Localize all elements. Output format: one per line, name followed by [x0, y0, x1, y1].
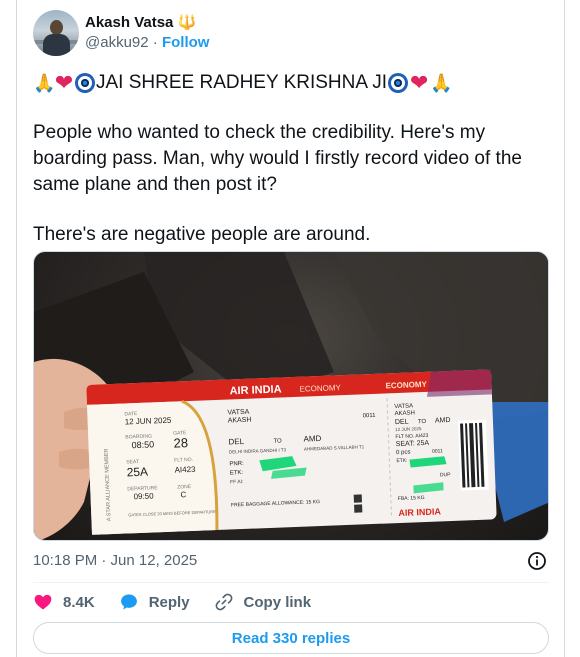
red-heart-emoji-icon: ❤ [54, 70, 74, 95]
tweet-paragraph: There's are negative people are around. [33, 224, 371, 245]
bp-stub-to-label: TO [418, 419, 427, 425]
follow-button[interactable]: Follow [162, 34, 210, 51]
user-handle[interactable]: @akku92 [85, 34, 149, 51]
bp-stub-airline: AIR INDIA [398, 506, 441, 518]
bp-boarding-time: 08:50 [131, 439, 154, 450]
nazar-amulet-emoji-icon [75, 73, 95, 93]
bp-stub-pcs: 0 pcs [396, 450, 411, 457]
bp-to: AMD [303, 434, 321, 444]
nazar-amulet-emoji-icon [388, 73, 409, 93]
tweet-photo[interactable]: AIR INDIA ECONOMY ECONOMY A STAR ALLIANC… [33, 251, 549, 541]
reply-button[interactable]: Reply [119, 592, 190, 612]
boarding-pass-photo: AIR INDIA ECONOMY ECONOMY A STAR ALLIANC… [34, 252, 548, 540]
bp-stub-first: AKASH [395, 410, 416, 417]
separator-dot: · [152, 34, 158, 51]
info-icon[interactable] [527, 551, 547, 571]
bp-from: DEL [228, 437, 244, 447]
bp-flight: AI423 [174, 465, 196, 475]
reply-label: Reply [148, 593, 190, 611]
reply-bubble-icon [120, 594, 137, 610]
divider [33, 582, 549, 583]
bp-stub-dup: DUP [440, 472, 451, 478]
handle-row: @akku92 · Follow [85, 33, 209, 53]
bp-stub-seat: SEAT: 25A [396, 440, 430, 448]
bp-stub-date: 12 JUN 2025 [395, 426, 422, 432]
bp-departure-time: 09:50 [133, 491, 154, 501]
bp-zone: C [180, 490, 186, 499]
display-name[interactable]: Akash Vatsa 🔱 [85, 13, 209, 33]
copy-link-label: Copy link [243, 593, 312, 611]
bp-gate: 28 [173, 435, 188, 451]
copy-link-button[interactable]: Copy link [214, 592, 312, 612]
tweet-paragraph: People who wanted to check the credibili… [33, 122, 522, 195]
bp-stub-seq: 0011 [432, 448, 443, 454]
bp-passenger-first: AKASH [228, 417, 252, 425]
bp-passenger-last: VATSA [227, 409, 249, 417]
bp-stub-fba: FBA: 15 KG [398, 495, 425, 502]
user-meta: Akash Vatsa 🔱 @akku92 · Follow [85, 13, 209, 53]
folded-hands-emoji-icon: 🙏 [33, 73, 56, 93]
bp-stub-etk: ETK: [396, 458, 407, 464]
bp-to-label: TO [273, 438, 282, 444]
timeline-border-right [564, 0, 565, 657]
bp-class: ECONOMY [299, 383, 341, 394]
bp-airline: AIR INDIA [229, 383, 281, 397]
red-heart-emoji-icon: ❤ [409, 70, 429, 95]
bp-stub-flt: FLT NO. AI423 [395, 433, 428, 440]
like-button[interactable]: 8.4K [33, 592, 95, 612]
read-replies-button[interactable]: Read 330 replies [33, 622, 549, 654]
bp-seq: 0011 [363, 413, 377, 420]
folded-hands-emoji-icon: 🙏 [430, 73, 453, 93]
bp-etk-label: ETK: [230, 470, 244, 477]
heart-icon [34, 594, 52, 610]
tweet-title-text: JAI SHREE RADHEY KRISHNA JI [96, 72, 388, 93]
tweet-header: Akash Vatsa 🔱 @akku92 · Follow [33, 10, 209, 56]
bp-seat: 25A [126, 465, 148, 480]
bp-stub-to: AMD [435, 417, 451, 425]
timeline-border-left [16, 0, 17, 657]
tweet-timestamp[interactable]: 10:18 PM · Jun 12, 2025 [33, 551, 197, 571]
tweet-text: 🙏 ❤ JAI SHREE RADHEY KRISHNA JI ❤ 🙏 Peop… [33, 70, 553, 272]
bp-stub-last: VATSA [394, 403, 413, 410]
tweet-actions: 8.4K Reply Copy link [33, 590, 335, 614]
like-count: 8.4K [63, 593, 95, 611]
link-icon [215, 593, 232, 611]
bp-date: 12 JUN 2025 [125, 416, 173, 427]
tweet-title-line: 🙏 ❤ JAI SHREE RADHEY KRISHNA JI ❤ 🙏 [33, 70, 553, 96]
avatar[interactable] [33, 10, 79, 56]
bp-pnr-label: PNR: [229, 461, 244, 468]
bp-flt-label: FLT NO. [174, 457, 193, 464]
bp-stub-from: DEL [395, 419, 409, 427]
bp-stub-class: ECONOMY [385, 380, 427, 391]
bp-ff-label: FF AI: [230, 479, 244, 486]
